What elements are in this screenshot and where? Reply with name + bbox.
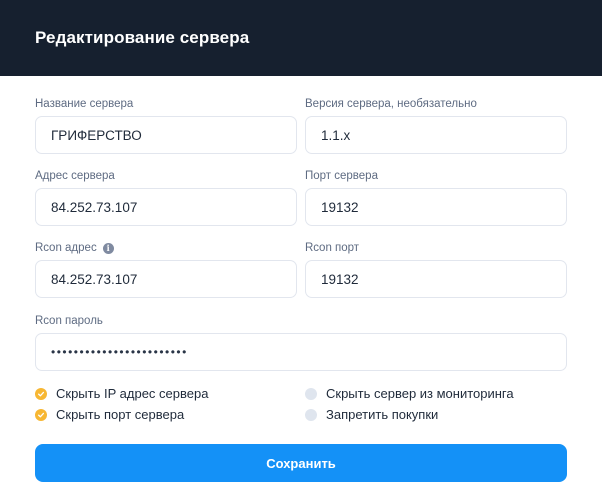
checkbox-unchecked-icon (305, 387, 317, 400)
rcon-port-input[interactable]: 19132 (305, 260, 567, 298)
hide-from-monitoring-label: Скрыть сервер из мониторинга (326, 386, 514, 401)
checkbox-checked-icon (35, 408, 47, 421)
server-port-label: Порт сервера (305, 170, 378, 182)
server-address-label: Адрес сервера (35, 170, 115, 182)
rcon-port-label: Rcon порт (305, 242, 359, 254)
server-version-value: 1.1.x (321, 127, 351, 143)
server-port-input[interactable]: 19132 (305, 188, 567, 226)
server-port-label-text: Порт сервера (305, 170, 378, 182)
hide-ip-label: Скрыть IP адрес сервера (56, 386, 209, 401)
rcon-password-value: •••••••••••••••••••••••• (51, 345, 188, 359)
hide-port-checkbox[interactable]: Скрыть порт сервера (35, 407, 184, 422)
rcon-address-label-text: Rcon адрес (35, 242, 97, 254)
server-name-value: ГРИФЕРСТВО (51, 127, 142, 143)
rcon-port-value: 19132 (321, 271, 359, 287)
server-name-input[interactable]: ГРИФЕРСТВО (35, 116, 297, 154)
server-address-value: 84.252.73.107 (51, 199, 138, 215)
server-address-label-text: Адрес сервера (35, 170, 115, 182)
forbid-purchases-checkbox[interactable]: Запретить покупки (305, 407, 438, 422)
hide-from-monitoring-checkbox[interactable]: Скрыть сервер из мониторинга (305, 386, 514, 401)
header: Редактирование сервера (0, 0, 602, 76)
save-button[interactable]: Сохранить (35, 444, 567, 482)
server-version-label-text: Версия сервера, необязательно (305, 98, 477, 110)
hide-port-label: Скрыть порт сервера (56, 407, 185, 422)
rcon-password-label: Rcon пароль (35, 315, 103, 327)
hide-ip-checkbox[interactable]: Скрыть IP адрес сервера (35, 386, 208, 401)
server-name-label: Название сервера (35, 98, 133, 110)
checkbox-unchecked-icon (305, 408, 317, 421)
server-name-label-text: Название сервера (35, 98, 134, 110)
page-title: Редактирование сервера (35, 28, 250, 47)
checkbox-checked-icon (35, 387, 47, 400)
rcon-address-input[interactable]: 84.252.73.107 (35, 260, 297, 298)
server-version-input[interactable]: 1.1.x (305, 116, 567, 154)
rcon-password-label-text: Rcon пароль (35, 315, 103, 327)
server-version-label: Версия сервера, необязательно (305, 98, 477, 110)
info-icon[interactable]: i (102, 242, 114, 254)
server-port-value: 19132 (321, 199, 359, 215)
rcon-port-label-text: Rcon порт (305, 242, 360, 254)
forbid-purchases-label: Запретить покупки (326, 407, 439, 422)
rcon-address-value: 84.252.73.107 (51, 271, 138, 287)
edit-server-form: Название сервера ГРИФЕРСТВО Версия серве… (0, 76, 602, 500)
server-address-input[interactable]: 84.252.73.107 (35, 188, 297, 226)
rcon-password-input[interactable]: •••••••••••••••••••••••• (35, 333, 567, 371)
rcon-address-label: Rcon адрес i (35, 242, 114, 254)
